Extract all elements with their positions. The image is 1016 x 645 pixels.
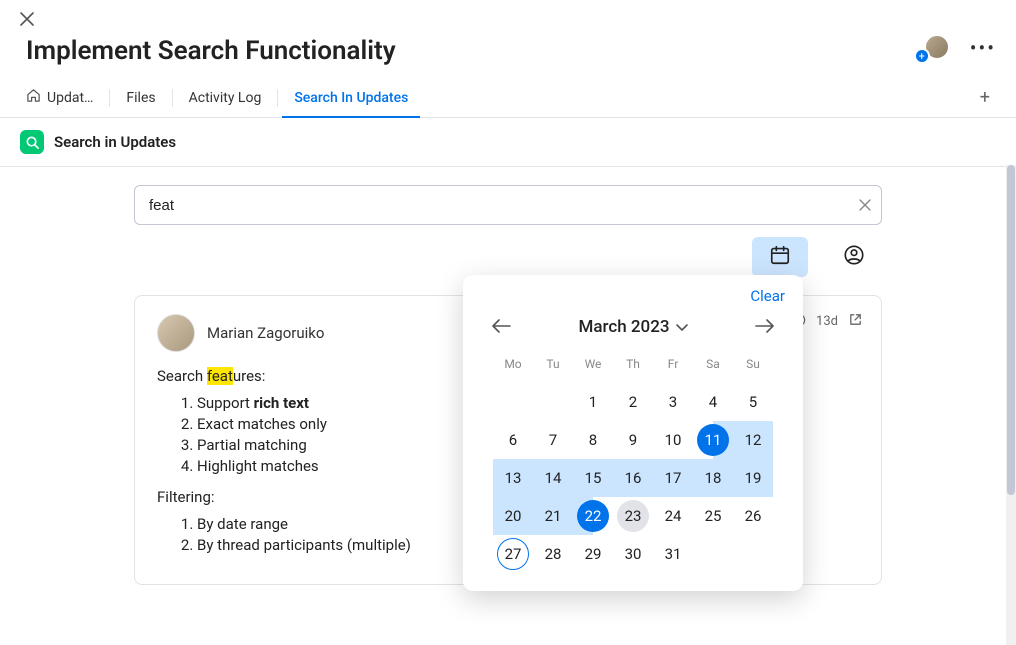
tab-activity-label: Activity Log (189, 90, 262, 106)
dow-label: Tu (533, 345, 573, 383)
author-avatar[interactable] (157, 314, 195, 352)
calendar-day[interactable]: 26 (733, 497, 773, 535)
section-title: Search in Updates (54, 133, 176, 151)
prev-month-button[interactable] (491, 318, 511, 337)
calendar-day[interactable]: 2 (613, 383, 653, 421)
calendar-day[interactable]: 9 (613, 421, 653, 459)
dow-label: Th (613, 345, 653, 383)
home-icon (26, 88, 41, 107)
calendar-day[interactable]: 30 (613, 535, 653, 573)
calendar-icon (769, 244, 791, 270)
calendar-day[interactable]: 7 (533, 421, 573, 459)
calendar-day[interactable]: 4 (693, 383, 733, 421)
scrollbar-thumb[interactable] (1007, 165, 1015, 495)
search-input-container[interactable] (134, 185, 882, 225)
clear-date-button[interactable]: Clear (477, 287, 789, 305)
calendar-day[interactable]: 15 (573, 459, 613, 497)
month-label: March 2023 (578, 317, 669, 337)
page-title: Implement Search Functionality (26, 36, 396, 66)
add-tab-button[interactable]: + (974, 87, 996, 108)
person-filter-button[interactable] (826, 237, 882, 277)
calendar-day[interactable]: 22 (573, 497, 613, 535)
post-age: 13d (816, 314, 838, 329)
calendar-day[interactable]: 14 (533, 459, 573, 497)
calendar-day[interactable]: 18 (693, 459, 733, 497)
calendar-day[interactable]: 16 (613, 459, 653, 497)
calendar-day[interactable]: 17 (653, 459, 693, 497)
chevron-down-icon (676, 317, 688, 337)
calendar-day (493, 383, 533, 421)
calendar-day[interactable]: 27 (493, 535, 533, 573)
tab-search-label: Search In Updates (294, 90, 408, 106)
assignees-avatar[interactable]: + (918, 34, 950, 62)
calendar-day[interactable]: 28 (533, 535, 573, 573)
date-picker: Clear March 2023 MoTuWeThFrSaSu123456789… (463, 275, 803, 591)
calendar-day[interactable]: 10 (653, 421, 693, 459)
author-name[interactable]: Marian Zagoruiko (207, 324, 324, 342)
calendar-day[interactable]: 20 (493, 497, 533, 535)
calendar-day[interactable]: 3 (653, 383, 693, 421)
month-selector[interactable]: March 2023 (578, 317, 687, 337)
next-month-button[interactable] (755, 318, 775, 337)
add-assignee-icon[interactable]: + (914, 48, 930, 64)
date-filter-button[interactable] (752, 237, 808, 277)
calendar-day (693, 535, 733, 573)
open-external-icon[interactable] (848, 312, 863, 331)
tab-files-label: Files (126, 90, 155, 106)
calendar-day[interactable]: 12 (733, 421, 773, 459)
calendar-day[interactable]: 11 (693, 421, 733, 459)
dow-label: Mo (493, 345, 533, 383)
calendar-day[interactable]: 29 (573, 535, 613, 573)
calendar-day[interactable]: 1 (573, 383, 613, 421)
tab-updates[interactable]: Updat… (26, 78, 105, 117)
tab-updates-label: Updat… (47, 90, 93, 106)
calendar-day (533, 383, 573, 421)
calendar-day[interactable]: 19 (733, 459, 773, 497)
search-app-icon (20, 130, 44, 154)
tab-activity-log[interactable]: Activity Log (177, 78, 274, 117)
search-input[interactable] (149, 197, 859, 214)
dow-label: Fr (653, 345, 693, 383)
calendar-day[interactable]: 25 (693, 497, 733, 535)
more-menu-icon[interactable]: ••• (970, 36, 996, 60)
calendar-day[interactable]: 13 (493, 459, 533, 497)
calendar-day[interactable]: 8 (573, 421, 613, 459)
dow-label: Su (733, 345, 773, 383)
dow-label: We (573, 345, 613, 383)
tab-search-in-updates[interactable]: Search In Updates (282, 78, 420, 117)
calendar-day[interactable]: 21 (533, 497, 573, 535)
tab-files[interactable]: Files (114, 78, 167, 117)
calendar-day (733, 535, 773, 573)
calendar-day[interactable]: 5 (733, 383, 773, 421)
clear-search-icon[interactable] (859, 196, 871, 215)
highlight: feat (207, 367, 233, 385)
calendar-day[interactable]: 24 (653, 497, 693, 535)
calendar-day[interactable]: 6 (493, 421, 533, 459)
close-icon[interactable] (20, 12, 34, 30)
person-icon (843, 244, 865, 270)
calendar-day[interactable]: 31 (653, 535, 693, 573)
calendar-day[interactable]: 23 (613, 497, 653, 535)
dow-label: Sa (693, 345, 733, 383)
